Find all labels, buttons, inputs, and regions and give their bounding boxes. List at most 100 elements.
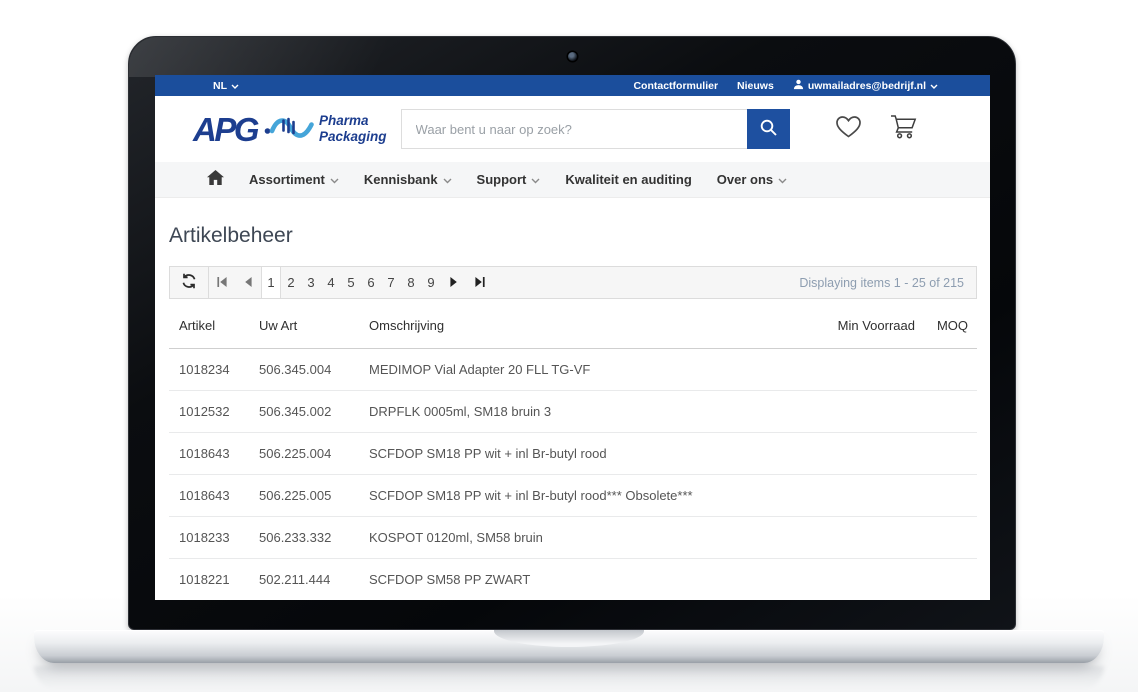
- prev-page-button[interactable]: [235, 267, 261, 298]
- main-nav-items: Assortiment Kennisbank Support Kwaliteit…: [249, 172, 787, 187]
- pagination-page[interactable]: 4: [321, 267, 341, 298]
- browser-viewport: NL Contactformulier Nieuws uwmailadres@b…: [155, 75, 990, 600]
- logo-tagline-line2: Packaging: [319, 129, 387, 144]
- site-search: [401, 109, 790, 149]
- first-page-icon: [217, 275, 227, 290]
- cell-omschrijving: MEDIMOP Vial Adapter 20 FLL TG-VF: [369, 348, 795, 390]
- chevron-down-icon: [330, 178, 339, 184]
- nav-item-label: Assortiment: [249, 172, 325, 187]
- user-icon: [793, 79, 804, 93]
- cell-min-voorraad: [795, 474, 915, 516]
- last-page-button[interactable]: [467, 267, 493, 298]
- nav-item[interactable]: Support: [477, 172, 541, 187]
- webcam-dot: [568, 52, 577, 61]
- wishlist-button[interactable]: [835, 115, 862, 144]
- logo-wordmark: APG: [193, 113, 257, 146]
- table-row[interactable]: 1018221 502.211.444 SCFDOP SM58 PP ZWART: [169, 558, 977, 600]
- news-link[interactable]: Nieuws: [737, 80, 774, 92]
- refresh-button[interactable]: [170, 267, 208, 298]
- refresh-icon: [181, 273, 197, 292]
- pagination-page[interactable]: 5: [341, 267, 361, 298]
- nav-item[interactable]: Kwaliteit en auditing: [565, 172, 691, 187]
- cell-omschrijving: SCFDOP SM58 PP ZWART: [369, 558, 795, 600]
- pagination-toolbar: 123456789 Displaying items 1 - 25 of 215: [169, 266, 977, 299]
- cell-uw-art: 506.233.332: [259, 516, 369, 558]
- account-menu[interactable]: uwmailadres@bedrijf.nl: [793, 79, 938, 93]
- main-nav: Assortiment Kennisbank Support Kwaliteit…: [155, 162, 990, 198]
- pagination-page[interactable]: 1: [261, 267, 281, 298]
- pagination-status: Displaying items 1 - 25 of 215: [799, 276, 976, 290]
- cell-artikel: 1012532: [169, 390, 259, 432]
- col-header-uw-art[interactable]: Uw Art: [259, 303, 369, 348]
- cell-artikel: 1018643: [169, 474, 259, 516]
- chevron-down-icon: [778, 178, 787, 184]
- cell-min-voorraad: [795, 432, 915, 474]
- pagination-pages: 123456789: [261, 267, 441, 298]
- language-selector[interactable]: NL: [213, 80, 239, 92]
- cell-moq: [915, 390, 977, 432]
- cell-artikel: 1018643: [169, 432, 259, 474]
- pagination-page[interactable]: 8: [401, 267, 421, 298]
- table-body: 1018234 506.345.004 MEDIMOP Vial Adapter…: [169, 348, 977, 600]
- cell-omschrijving: SCFDOP SM18 PP wit + inl Br-butyl rood: [369, 432, 795, 474]
- pagination-page[interactable]: 2: [281, 267, 301, 298]
- col-header-omschrijving[interactable]: Omschrijving: [369, 303, 795, 348]
- articles-table: Artikel Uw Art Omschrijving Min Voorraad…: [169, 303, 977, 600]
- next-page-icon: [450, 275, 458, 290]
- pagination-page[interactable]: 3: [301, 267, 321, 298]
- cell-moq: [915, 558, 977, 600]
- laptop-reflection: [34, 666, 1104, 690]
- col-header-artikel[interactable]: Artikel: [169, 303, 259, 348]
- chevron-down-icon: [443, 178, 452, 184]
- chevron-down-icon: [531, 178, 540, 184]
- cell-uw-art: 502.211.444: [259, 558, 369, 600]
- nav-item-label: Kennisbank: [364, 172, 438, 187]
- account-email: uwmailadres@bedrijf.nl: [808, 80, 926, 92]
- last-page-icon: [475, 275, 485, 290]
- nav-item-label: Over ons: [717, 172, 773, 187]
- cart-button[interactable]: [889, 113, 918, 145]
- utility-topbar: NL Contactformulier Nieuws uwmailadres@b…: [155, 75, 990, 96]
- col-header-moq[interactable]: MOQ: [915, 303, 977, 348]
- table-row[interactable]: 1018643 506.225.004 SCFDOP SM18 PP wit +…: [169, 432, 977, 474]
- cell-min-voorraad: [795, 516, 915, 558]
- contact-form-link[interactable]: Contactformulier: [633, 80, 718, 92]
- cell-artikel: 1018234: [169, 348, 259, 390]
- cell-artikel: 1018221: [169, 558, 259, 600]
- language-label: NL: [213, 80, 227, 92]
- cell-uw-art: 506.345.004: [259, 348, 369, 390]
- table-row[interactable]: 1018234 506.345.004 MEDIMOP Vial Adapter…: [169, 348, 977, 390]
- site-header: APG Pharma Packaging: [155, 96, 990, 162]
- cell-omschrijving: SCFDOP SM18 PP wit + inl Br-butyl rood**…: [369, 474, 795, 516]
- chevron-down-icon: [930, 84, 938, 89]
- cell-artikel: 1018233: [169, 516, 259, 558]
- pagination-page[interactable]: 9: [421, 267, 441, 298]
- nav-home-button[interactable]: [207, 170, 224, 190]
- next-page-button[interactable]: [441, 267, 467, 298]
- brand-logo[interactable]: APG Pharma Packaging: [193, 108, 387, 151]
- page-title: Artikelbeheer: [169, 224, 977, 248]
- pagination-page[interactable]: 6: [361, 267, 381, 298]
- nav-item-label: Kwaliteit en auditing: [565, 172, 691, 187]
- table-row[interactable]: 1012532 506.345.002 DRPFLK 0005ml, SM18 …: [169, 390, 977, 432]
- search-input[interactable]: [401, 109, 747, 149]
- cell-uw-art: 506.345.002: [259, 390, 369, 432]
- nav-item[interactable]: Assortiment: [249, 172, 339, 187]
- cell-omschrijving: KOSPOT 0120ml, SM58 bruin: [369, 516, 795, 558]
- pagination-page[interactable]: 7: [381, 267, 401, 298]
- col-header-min-voorraad[interactable]: Min Voorraad: [795, 303, 915, 348]
- nav-item[interactable]: Over ons: [717, 172, 787, 187]
- table-row[interactable]: 1018643 506.225.005 SCFDOP SM18 PP wit +…: [169, 474, 977, 516]
- nav-item-label: Support: [477, 172, 527, 187]
- heart-icon: [835, 115, 862, 144]
- table-row[interactable]: 1018233 506.233.332 KOSPOT 0120ml, SM58 …: [169, 516, 977, 558]
- dna-logo-icon: [263, 110, 315, 151]
- first-page-button[interactable]: [209, 267, 235, 298]
- cell-moq: [915, 516, 977, 558]
- cell-min-voorraad: [795, 348, 915, 390]
- search-button[interactable]: [747, 109, 790, 149]
- laptop-base-notch: [494, 630, 644, 647]
- nav-item[interactable]: Kennisbank: [364, 172, 452, 187]
- search-icon: [759, 118, 778, 140]
- cell-min-voorraad: [795, 390, 915, 432]
